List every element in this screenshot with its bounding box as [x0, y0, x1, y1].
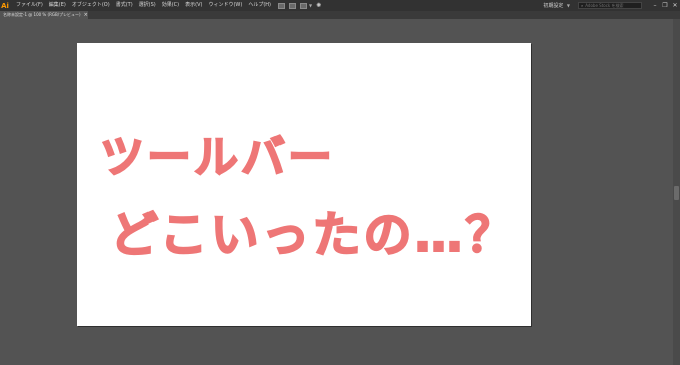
- menu-bar: Ai ファイル(F) 編集(E) オブジェクト(O) 書式(T) 選択(S) 効…: [0, 0, 680, 11]
- close-icon[interactable]: ✕: [670, 0, 680, 11]
- workspace-switcher[interactable]: 初期設定 ▼: [539, 2, 578, 9]
- document-tab-title: 名称未設定-1 @ 100 % (RGB/プレビュー): [3, 12, 81, 17]
- menu-object[interactable]: オブジェクト(O): [69, 0, 113, 11]
- artwork-text-line-2[interactable]: どこいったの…？: [109, 195, 517, 265]
- gpu-performance-icon[interactable]: ✺: [316, 2, 321, 9]
- menu-select[interactable]: 選択(S): [136, 0, 159, 11]
- arrange-documents-icon[interactable]: [300, 2, 307, 9]
- stock-icon[interactable]: [289, 2, 296, 9]
- artwork-text-line-1[interactable]: ツールバー: [99, 121, 335, 185]
- bridge-icon[interactable]: [278, 2, 285, 9]
- search-icon: ⌕: [581, 3, 584, 8]
- menu-help[interactable]: ヘルプ(H): [245, 0, 274, 11]
- menu-type[interactable]: 書式(T): [113, 0, 136, 11]
- workspace-label: 初期設定: [543, 3, 564, 9]
- menu-view[interactable]: 表示(V): [182, 0, 205, 11]
- app-logo: Ai: [1, 1, 9, 10]
- menu-edit[interactable]: 編集(E): [46, 0, 69, 11]
- restore-icon[interactable]: ❐: [660, 0, 670, 11]
- close-tab-icon[interactable]: ×: [84, 11, 88, 19]
- stock-search-box[interactable]: ⌕: [578, 2, 642, 9]
- menu-effect[interactable]: 効果(C): [159, 0, 182, 11]
- artboard[interactable]: ツールバー どこいったの…？: [77, 43, 531, 326]
- chevron-down-icon: ▼: [566, 3, 570, 8]
- menu-file[interactable]: ファイル(F): [13, 0, 46, 11]
- chevron-down-icon[interactable]: ▼: [309, 3, 312, 8]
- minimize-icon[interactable]: –: [650, 0, 660, 11]
- menu-window[interactable]: ウィンドウ(W): [205, 0, 245, 11]
- search-input[interactable]: [585, 2, 641, 9]
- panel-collapse-handle[interactable]: [674, 186, 679, 200]
- document-tab[interactable]: 名称未設定-1 @ 100 % (RGB/プレビュー) ×: [0, 11, 88, 19]
- document-tab-bar: 名称未設定-1 @ 100 % (RGB/プレビュー) ×: [0, 11, 680, 19]
